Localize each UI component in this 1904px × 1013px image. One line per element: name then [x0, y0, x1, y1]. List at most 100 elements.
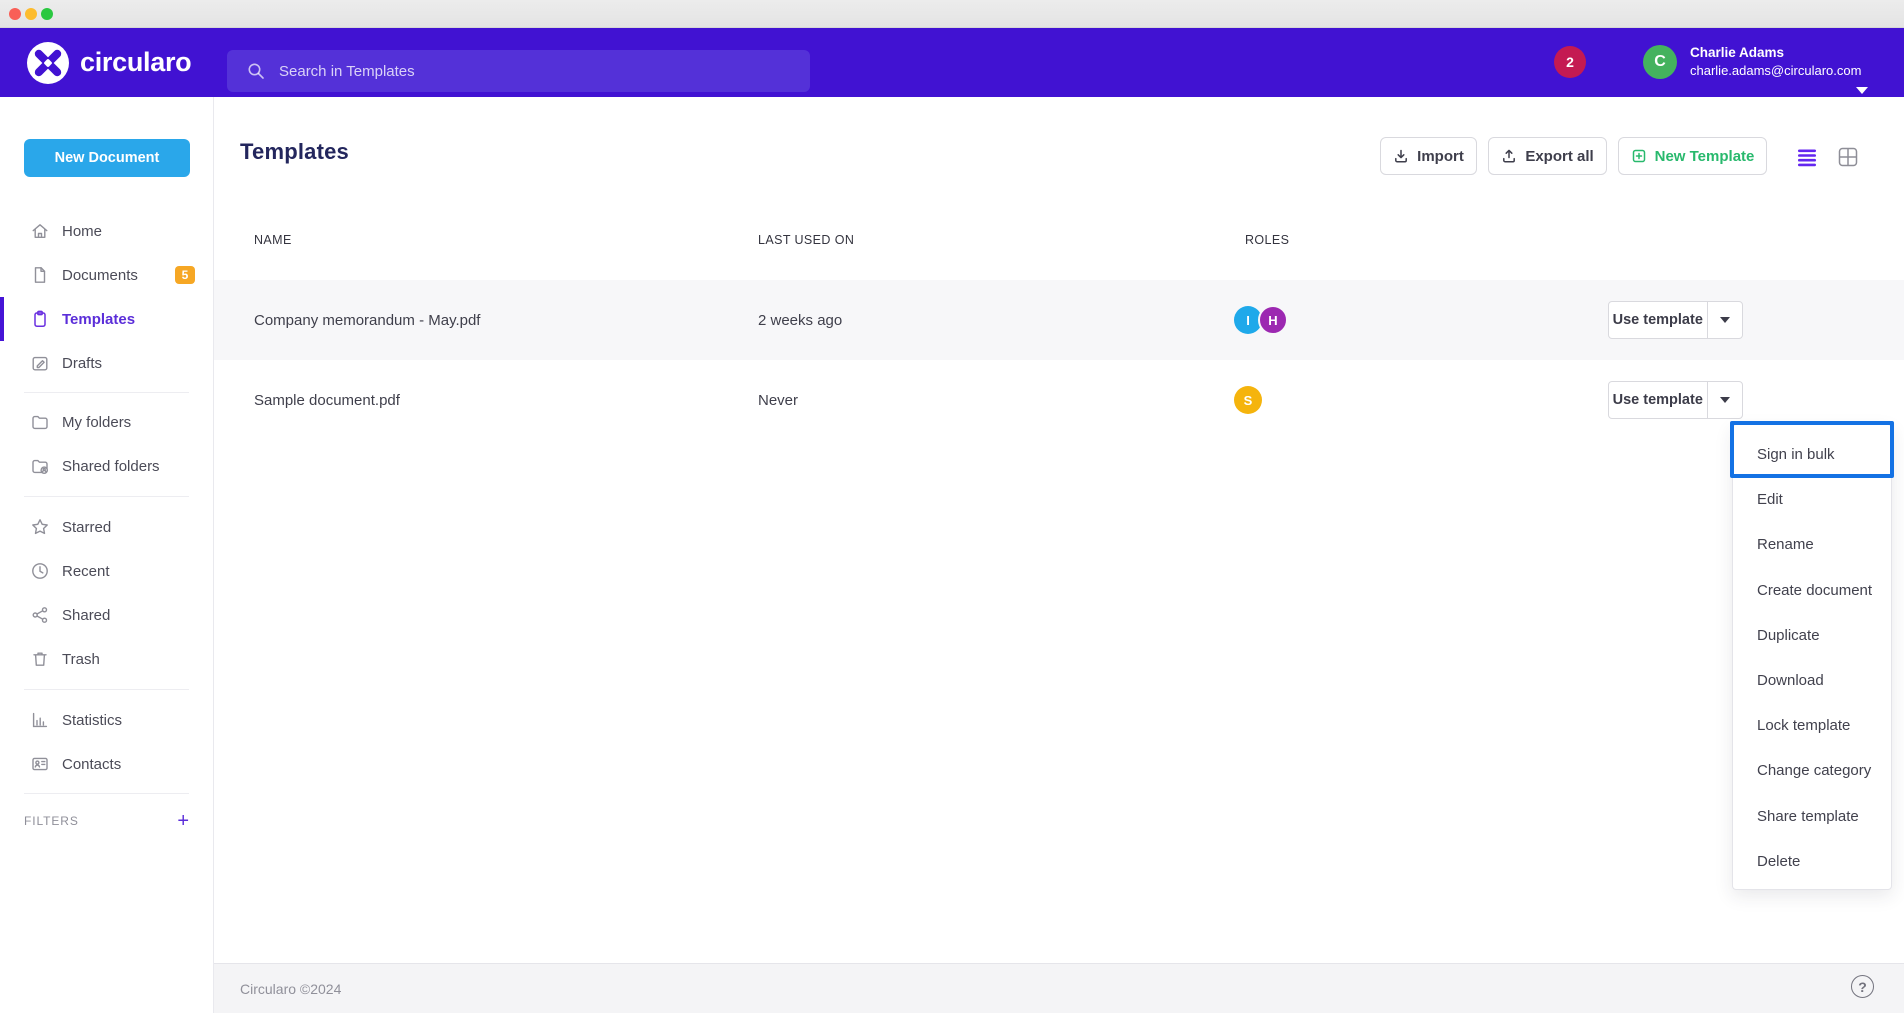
plus-square-icon: [1631, 148, 1647, 164]
row-actions-menu: Sign in bulk Edit Rename Create document…: [1732, 424, 1892, 890]
sidebar-item-label: Starred: [62, 519, 111, 536]
search-input[interactable]: [279, 63, 796, 80]
row-actions-caret[interactable]: [1707, 382, 1742, 418]
star-icon: [30, 517, 50, 537]
menu-item-rename[interactable]: Rename: [1733, 522, 1891, 567]
divider: [24, 392, 189, 393]
filters-section: FILTERS +: [0, 801, 213, 841]
sidebar-item-label: My folders: [62, 414, 131, 431]
sidebar-item-label: Drafts: [62, 355, 102, 372]
role-avatar: S: [1234, 386, 1262, 414]
sidebar-item-trash[interactable]: Trash: [0, 637, 213, 681]
import-label: Import: [1417, 148, 1464, 165]
sidebar-item-my-folders[interactable]: My folders: [0, 400, 213, 444]
page-title: Templates: [240, 139, 349, 165]
sidebar-item-label: Contacts: [62, 756, 121, 773]
sidebar-item-label: Statistics: [62, 712, 122, 729]
template-name: Company memorandum - May.pdf: [254, 280, 480, 360]
menu-item-duplicate[interactable]: Duplicate: [1733, 613, 1891, 658]
clock-icon: [30, 561, 50, 581]
caret-down-icon: [1720, 397, 1730, 403]
grid-view-icon[interactable]: [1837, 146, 1859, 168]
question-mark-icon: ?: [1858, 979, 1867, 995]
share-icon: [30, 605, 50, 625]
search-bar: [227, 50, 810, 92]
menu-item-download[interactable]: Download: [1733, 658, 1891, 703]
shared-folder-icon: [30, 456, 50, 476]
user-menu-caret-icon[interactable]: [1856, 87, 1868, 94]
column-header-roles: ROLES: [1245, 233, 1289, 247]
divider: [24, 793, 189, 794]
template-icon: [30, 309, 50, 329]
menu-item-create-document[interactable]: Create document: [1733, 568, 1891, 613]
home-icon: [30, 221, 50, 241]
user-email: charlie.adams@circularo.com: [1690, 62, 1850, 79]
export-all-button[interactable]: Export all: [1488, 137, 1607, 175]
sidebar-item-recent[interactable]: Recent: [0, 549, 213, 593]
sidebar-item-shared-folders[interactable]: Shared folders: [0, 444, 213, 488]
use-template-split-button: Use template: [1608, 381, 1743, 419]
user-avatar[interactable]: C: [1643, 45, 1677, 79]
circularo-logo: circularo: [26, 40, 186, 85]
new-template-label: New Template: [1655, 148, 1755, 165]
last-used-value: 2 weeks ago: [758, 280, 842, 360]
sidebar-item-contacts[interactable]: Contacts: [0, 742, 213, 786]
close-button[interactable]: [9, 8, 21, 20]
sidebar-item-shared[interactable]: Shared: [0, 593, 213, 637]
list-view-icon[interactable]: [1796, 146, 1818, 168]
export-icon: [1501, 148, 1517, 164]
roles-cell: I H: [1234, 280, 1288, 360]
sidebar-item-templates[interactable]: Templates: [0, 297, 213, 341]
help-button[interactable]: ?: [1851, 975, 1874, 998]
documents-count-badge: 5: [175, 266, 195, 284]
sidebar-item-documents[interactable]: Documents 5: [0, 253, 213, 297]
import-button[interactable]: Import: [1380, 137, 1477, 175]
trash-icon: [30, 649, 50, 669]
new-document-button[interactable]: New Document: [24, 139, 190, 177]
template-name: Sample document.pdf: [254, 360, 400, 440]
menu-item-sign-in-bulk[interactable]: Sign in bulk: [1733, 432, 1891, 477]
roles-cell: S: [1234, 360, 1262, 440]
search-icon: [247, 62, 265, 80]
drafts-icon: [30, 353, 50, 373]
sidebar-nav: Home Documents 5 Templates: [0, 209, 213, 841]
footer: Circularo ©2024 ?: [214, 963, 1904, 1013]
menu-item-lock-template[interactable]: Lock template: [1733, 703, 1891, 748]
use-template-button[interactable]: Use template: [1609, 302, 1707, 338]
column-header-name: NAME: [254, 233, 292, 247]
table-row[interactable]: Sample document.pdf Never S Use template: [214, 360, 1904, 440]
sidebar-item-drafts[interactable]: Drafts: [0, 341, 213, 385]
statistics-icon: [30, 710, 50, 730]
user-menu[interactable]: Charlie Adams charlie.adams@circularo.co…: [1690, 44, 1850, 79]
menu-item-change-category[interactable]: Change category: [1733, 748, 1891, 793]
sidebar-item-statistics[interactable]: Statistics: [0, 698, 213, 742]
menu-item-share-template[interactable]: Share template: [1733, 794, 1891, 839]
sidebar-item-label: Trash: [62, 651, 100, 668]
use-template-button[interactable]: Use template: [1609, 382, 1707, 418]
notifications-badge[interactable]: 2: [1554, 46, 1586, 78]
role-avatar: H: [1258, 305, 1288, 335]
sidebar-item-starred[interactable]: Starred: [0, 505, 213, 549]
sidebar-item-home[interactable]: Home: [0, 209, 213, 253]
minimize-button[interactable]: [25, 8, 37, 20]
new-template-button[interactable]: New Template: [1618, 137, 1767, 175]
circularo-logo-icon: [26, 41, 70, 85]
table-row[interactable]: Company memorandum - May.pdf 2 weeks ago…: [214, 280, 1904, 360]
document-icon: [30, 265, 50, 285]
use-template-split-button: Use template: [1608, 301, 1743, 339]
sidebar: New Document Home Documents 5: [0, 97, 214, 1013]
add-filter-button[interactable]: +: [177, 811, 189, 831]
menu-item-delete[interactable]: Delete: [1733, 839, 1891, 884]
sidebar-item-label: Templates: [62, 311, 135, 328]
fullscreen-button[interactable]: [41, 8, 53, 20]
menu-item-edit[interactable]: Edit: [1733, 477, 1891, 522]
row-actions-caret[interactable]: [1707, 302, 1742, 338]
sidebar-item-label: Shared folders: [62, 458, 160, 475]
sidebar-item-label: Home: [62, 223, 102, 240]
column-header-last-used: LAST USED ON: [758, 233, 854, 247]
brand-name: circularo: [80, 47, 191, 78]
app-window: circularo 2 C Charlie Adams charlie.adam…: [0, 0, 1904, 1013]
sidebar-item-label: Shared: [62, 607, 110, 624]
app-header: circularo 2 C Charlie Adams charlie.adam…: [0, 28, 1904, 97]
folder-icon: [30, 412, 50, 432]
